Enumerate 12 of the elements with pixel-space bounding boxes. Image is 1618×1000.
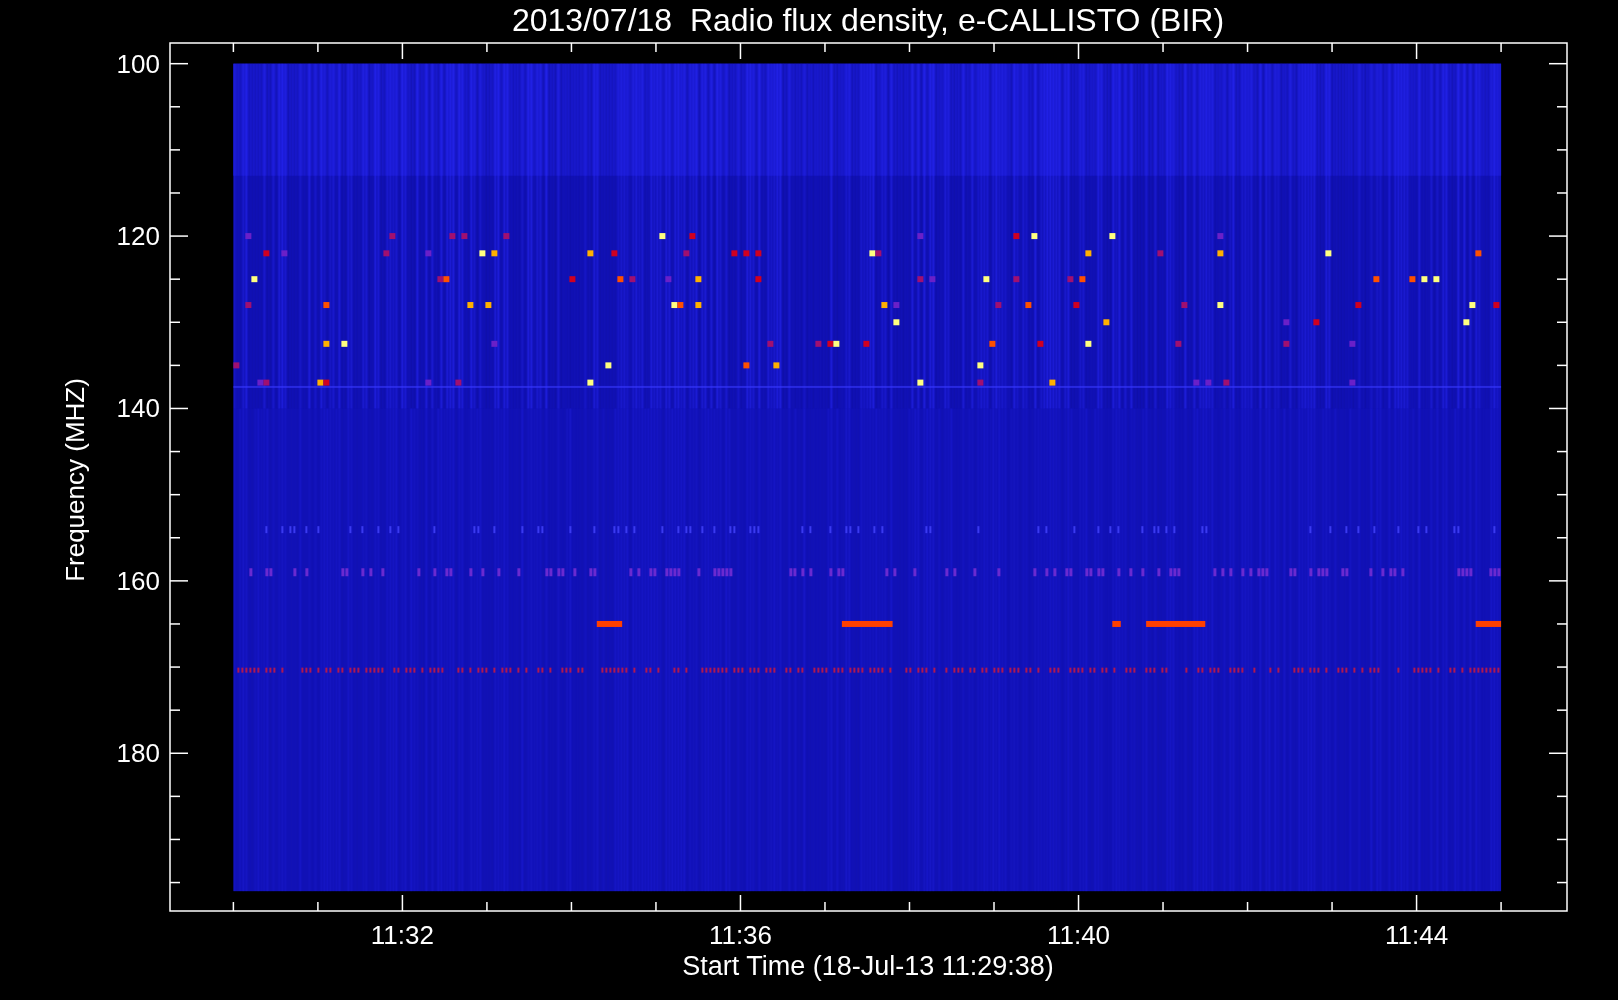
plot-title: 2013/07/18 Radio flux density, e-CALLISTO (BIR) <box>511 2 1225 38</box>
tick-label: 11:32 <box>370 920 434 950</box>
tick-label: 11:36 <box>708 920 773 950</box>
tick-label: 100 <box>116 48 160 79</box>
tick-label: 120 <box>116 221 160 252</box>
tick-label: 180 <box>116 738 160 769</box>
tick-label: 160 <box>116 565 160 596</box>
tick-label: 11:44 <box>1385 920 1449 950</box>
tick-label: 140 <box>116 393 160 424</box>
tick-label: 11:40 <box>1046 920 1111 950</box>
axis-label: Frequency (MHZ) <box>60 378 90 582</box>
axis-label: Start Time (18-Jul-13 11:29:38) <box>682 951 1054 981</box>
